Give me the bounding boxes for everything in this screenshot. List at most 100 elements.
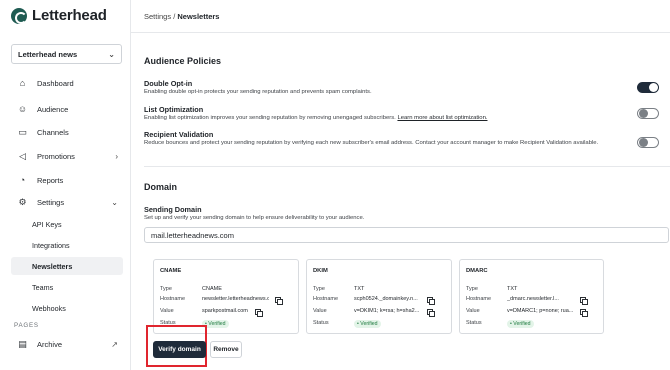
sending-domain-description: Set up and verify your sending domain to… (144, 215, 365, 221)
sidebar-item-reports[interactable]: ◔ Reports (11, 171, 123, 189)
value-value: sparkpostmail.com (202, 308, 248, 314)
home-icon: ⌂ (19, 78, 26, 88)
external-link-icon: ↗ (111, 339, 118, 349)
section-divider (144, 166, 670, 167)
sidebar-item-label: Dashboard (37, 78, 74, 88)
card-title: CNAME (160, 268, 182, 274)
hostname-value: scph0524._domainkey.n... (354, 296, 418, 302)
sidebar-item-label: Reports (37, 175, 64, 185)
sending-domain-value: mail.letterheadnews.com (151, 230, 234, 240)
status-text: Verified (513, 321, 531, 327)
sidebar-subitem-label: Integrations (32, 240, 70, 250)
sidebar-item-archive[interactable]: ▤ Archive ↗ (11, 335, 123, 353)
sidebar-item-settings[interactable]: ⚙ Settings ⌄ (11, 193, 123, 211)
hostname-label: Hostname (313, 296, 339, 302)
chevron-right-icon: › (115, 151, 118, 161)
copy-icon[interactable] (427, 297, 435, 305)
toggle-knob (649, 83, 658, 92)
sidebar-item-label: Settings (37, 197, 65, 207)
letterhead-logo-icon (11, 7, 27, 24)
double-optin-title: Double Opt-in (144, 79, 193, 88)
type-value: TXT (354, 286, 365, 292)
sidebar-subitem-label: Newsletters (32, 261, 73, 271)
remove-domain-button[interactable]: Remove (210, 341, 242, 358)
list-optimization-description: Enabling list optimization improves your… (144, 114, 614, 122)
list-optimization-toggle[interactable] (637, 108, 659, 119)
megaphone-icon: ◁ (19, 150, 26, 161)
double-optin-toggle[interactable] (637, 82, 659, 93)
sidebar-item-dashboard[interactable]: ⌂ Dashboard (11, 74, 123, 92)
value-label: Value (160, 308, 174, 314)
brand-name: Letterhead (32, 7, 107, 24)
status-text: Verified (360, 321, 378, 327)
card-title: DKIM (313, 268, 328, 274)
audience-policies-heading: Audience Policies (144, 56, 222, 66)
sidebar-subitem-webhooks[interactable]: Webhooks (11, 299, 123, 317)
type-label: Type (313, 286, 325, 292)
copy-icon[interactable] (580, 297, 588, 305)
sidebar-subitem-label: API Keys (32, 219, 62, 229)
hostname-value: newsletter.letterheadnews.com (202, 296, 269, 302)
type-label: Type (466, 286, 478, 292)
copy-icon[interactable] (427, 309, 435, 317)
sidebar-subitem-label: Teams (32, 282, 54, 292)
status-label: Status (466, 320, 482, 326)
publication-select-value: Letterhead news (18, 49, 78, 59)
brand-logo[interactable]: Letterhead (11, 7, 107, 24)
hostname-label: Hostname (466, 296, 492, 302)
value-label: Value (313, 308, 327, 314)
list-optimization-title: List Optimization (144, 105, 204, 114)
sidebar-subitem-teams[interactable]: Teams (11, 278, 123, 296)
monitor-icon: ▭ (18, 126, 27, 137)
breadcrumb-parent[interactable]: Settings (144, 12, 171, 21)
recipient-validation-title: Recipient Validation (144, 130, 214, 139)
verify-domain-button[interactable]: Verify domain (153, 341, 206, 358)
publication-select[interactable]: Letterhead news ⌄ (11, 44, 122, 64)
users-icon: ☺ (17, 104, 28, 114)
sidebar-subitem-integrations[interactable]: Integrations (11, 236, 123, 254)
copy-icon[interactable] (255, 309, 263, 317)
sidebar-subitem-newsletters[interactable]: Newsletters (11, 257, 123, 275)
status-text: Verified (208, 321, 226, 327)
sidebar-item-audience[interactable]: ☺ Audience (11, 100, 123, 118)
sidebar-item-label: Promotions (37, 151, 75, 161)
domain-heading: Domain (144, 182, 178, 192)
toggle-knob (639, 138, 648, 147)
verified-badge: • Verified (354, 320, 381, 328)
value-value: v=DMARC1; p=none; rua... (507, 308, 574, 314)
pages-section-label: PAGES (14, 322, 39, 329)
verified-badge: • Verified (507, 320, 534, 328)
sidebar-subitem-api-keys[interactable]: API Keys (11, 215, 123, 233)
type-label: Type (160, 286, 172, 292)
status-label: Status (313, 320, 329, 326)
chart-icon: ◔ (19, 175, 26, 185)
gear-icon: ⚙ (18, 196, 27, 207)
dns-record-card-dmarc: DMARC Type TXT Hostname _dmarc.newslette… (459, 259, 604, 334)
sidebar-subitem-label: Webhooks (32, 303, 66, 313)
learn-more-link[interactable]: Learn more about list optimization. (397, 115, 487, 121)
recipient-validation-description: Reduce bounces and protect your sending … (144, 140, 599, 146)
copy-icon[interactable] (580, 309, 588, 317)
sidebar-item-label: Archive (37, 339, 63, 349)
toggle-knob (639, 109, 648, 118)
card-title: DMARC (466, 268, 488, 274)
dns-record-card-dkim: DKIM Type TXT Hostname scph0524._domaink… (306, 259, 452, 334)
list-optimization-text: Enabling list optimization improves your… (144, 115, 396, 121)
copy-icon[interactable] (275, 297, 283, 305)
type-value: CNAME (202, 286, 222, 292)
type-value: TXT (507, 286, 518, 292)
sidebar-item-label: Audience (37, 104, 69, 114)
value-label: Value (466, 308, 480, 314)
archive-icon: ▤ (18, 338, 27, 349)
hostname-value: _dmarc.newsletter.l... (507, 296, 559, 302)
double-optin-description: Enabling double opt-in protects your sen… (144, 89, 372, 95)
sending-domain-input[interactable]: mail.letterheadnews.com (144, 227, 669, 243)
sidebar-item-promotions[interactable]: ◁ Promotions › (11, 147, 123, 165)
breadcrumb: Settings / Newsletters (144, 12, 219, 21)
sidebar-item-channels[interactable]: ▭ Channels (11, 123, 123, 141)
top-bar: Settings / Newsletters (131, 0, 670, 33)
sidebar: Letterhead Letterhead news ⌄ ⌂ Dashboard… (0, 0, 131, 370)
hostname-label: Hostname (160, 296, 186, 302)
sending-domain-title: Sending Domain (144, 205, 202, 214)
recipient-validation-toggle[interactable] (637, 137, 659, 148)
